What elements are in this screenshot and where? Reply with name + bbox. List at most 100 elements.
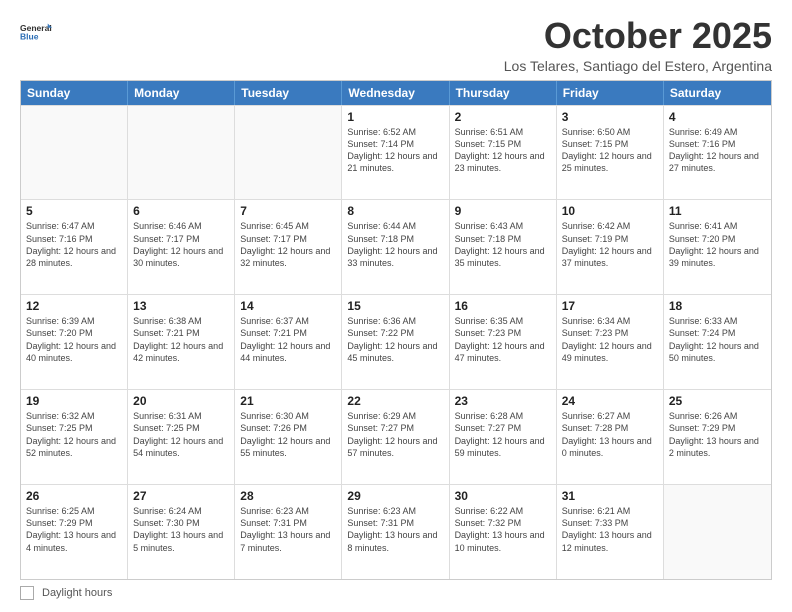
day-number: 26: [26, 489, 122, 503]
day-info: Sunrise: 6:30 AM Sunset: 7:26 PM Dayligh…: [240, 410, 336, 459]
day-number: 25: [669, 394, 766, 408]
footer-label: Daylight hours: [42, 587, 112, 599]
cal-day-2: 2 Sunrise: 6:51 AM Sunset: 7:15 PM Daylig…: [450, 106, 557, 200]
page: General Blue October 2025 Los Telares, S…: [0, 0, 792, 612]
day-number: 20: [133, 394, 229, 408]
footer-box: [20, 586, 34, 600]
day-number: 1: [347, 110, 443, 124]
cal-day-26: 26 Sunrise: 6:25 AM Sunset: 7:29 PM Dayli…: [21, 485, 128, 579]
cal-day-empty: [21, 106, 128, 200]
cal-day-18: 18Sunrise: 6:33 AM Sunset: 7:24 PM Dayli…: [664, 295, 771, 389]
day-number: 24: [562, 394, 658, 408]
cal-day-22: 22Sunrise: 6:29 AM Sunset: 7:27 PM Dayli…: [342, 390, 449, 484]
cal-day-empty: [235, 106, 342, 200]
day-number: 2: [455, 110, 551, 124]
footer: Daylight hours: [20, 586, 772, 600]
cal-day-23: 23 Sunrise: 6:28 AM Sunset: 7:27 PM Dayli…: [450, 390, 557, 484]
logo: General Blue: [20, 16, 52, 48]
cal-week-4: 26 Sunrise: 6:25 AM Sunset: 7:29 PM Dayli…: [21, 484, 771, 579]
cal-day-30: 30 Sunrise: 6:22 AM Sunset: 7:32 PM Dayli…: [450, 485, 557, 579]
day-info: Sunrise: 6:32 AM Sunset: 7:25 PM Dayligh…: [26, 410, 122, 459]
day-info: Sunrise: 6:23 AM Sunset: 7:31 PM Dayligh…: [347, 505, 443, 554]
day-info: Sunrise: 6:21 AM Sunset: 7:33 PM Dayligh…: [562, 505, 658, 554]
day-number: 8: [347, 204, 443, 218]
cal-day-27: 27Sunrise: 6:24 AM Sunset: 7:30 PM Dayli…: [128, 485, 235, 579]
cal-day-1: 1 Sunrise: 6:52 AM Sunset: 7:14 PM Daylig…: [342, 106, 449, 200]
day-info: Sunrise: 6:28 AM Sunset: 7:27 PM Dayligh…: [455, 410, 551, 459]
calendar-header-row: SundayMondayTuesdayWednesdayThursdayFrid…: [21, 81, 771, 105]
cal-header-saturday: Saturday: [664, 81, 771, 105]
cal-day-empty: [128, 106, 235, 200]
day-info: Sunrise: 6:51 AM Sunset: 7:15 PM Dayligh…: [455, 126, 551, 175]
day-info: Sunrise: 6:26 AM Sunset: 7:29 PM Dayligh…: [669, 410, 766, 459]
day-number: 28: [240, 489, 336, 503]
day-number: 3: [562, 110, 658, 124]
header: General Blue October 2025 Los Telares, S…: [20, 16, 772, 74]
day-info: Sunrise: 6:39 AM Sunset: 7:20 PM Dayligh…: [26, 315, 122, 364]
cal-day-19: 19 Sunrise: 6:32 AM Sunset: 7:25 PM Dayli…: [21, 390, 128, 484]
cal-day-29: 29 Sunrise: 6:23 AM Sunset: 7:31 PM Dayli…: [342, 485, 449, 579]
cal-day-25: 25 Sunrise: 6:26 AM Sunset: 7:29 PM Dayli…: [664, 390, 771, 484]
day-info: Sunrise: 6:37 AM Sunset: 7:21 PM Dayligh…: [240, 315, 336, 364]
cal-day-7: 7Sunrise: 6:45 AM Sunset: 7:17 PM Daylig…: [235, 200, 342, 294]
cal-day-6: 6 Sunrise: 6:46 AM Sunset: 7:17 PM Daylig…: [128, 200, 235, 294]
day-number: 31: [562, 489, 658, 503]
cal-day-14: 14 Sunrise: 6:37 AM Sunset: 7:21 PM Dayli…: [235, 295, 342, 389]
day-info: Sunrise: 6:43 AM Sunset: 7:18 PM Dayligh…: [455, 220, 551, 269]
day-info: Sunrise: 6:49 AM Sunset: 7:16 PM Dayligh…: [669, 126, 766, 175]
day-number: 30: [455, 489, 551, 503]
cal-header-tuesday: Tuesday: [235, 81, 342, 105]
day-number: 9: [455, 204, 551, 218]
cal-day-11: 11 Sunrise: 6:41 AM Sunset: 7:20 PM Dayli…: [664, 200, 771, 294]
month-title: October 2025: [504, 16, 772, 56]
day-number: 29: [347, 489, 443, 503]
day-info: Sunrise: 6:24 AM Sunset: 7:30 PM Dayligh…: [133, 505, 229, 554]
cal-day-31: 31 Sunrise: 6:21 AM Sunset: 7:33 PM Dayli…: [557, 485, 664, 579]
cal-header-wednesday: Wednesday: [342, 81, 449, 105]
cal-day-3: 3Sunrise: 6:50 AM Sunset: 7:15 PM Daylig…: [557, 106, 664, 200]
day-number: 16: [455, 299, 551, 313]
day-info: Sunrise: 6:25 AM Sunset: 7:29 PM Dayligh…: [26, 505, 122, 554]
cal-header-thursday: Thursday: [450, 81, 557, 105]
cal-day-5: 5 Sunrise: 6:47 AM Sunset: 7:16 PM Daylig…: [21, 200, 128, 294]
day-info: Sunrise: 6:36 AM Sunset: 7:22 PM Dayligh…: [347, 315, 443, 364]
day-info: Sunrise: 6:46 AM Sunset: 7:17 PM Dayligh…: [133, 220, 229, 269]
cal-day-13: 13Sunrise: 6:38 AM Sunset: 7:21 PM Dayli…: [128, 295, 235, 389]
cal-day-9: 9 Sunrise: 6:43 AM Sunset: 7:18 PM Daylig…: [450, 200, 557, 294]
day-info: Sunrise: 6:47 AM Sunset: 7:16 PM Dayligh…: [26, 220, 122, 269]
day-number: 23: [455, 394, 551, 408]
day-info: Sunrise: 6:22 AM Sunset: 7:32 PM Dayligh…: [455, 505, 551, 554]
cal-week-3: 19 Sunrise: 6:32 AM Sunset: 7:25 PM Dayli…: [21, 389, 771, 484]
day-info: Sunrise: 6:23 AM Sunset: 7:31 PM Dayligh…: [240, 505, 336, 554]
cal-week-0: 1 Sunrise: 6:52 AM Sunset: 7:14 PM Daylig…: [21, 105, 771, 200]
day-number: 13: [133, 299, 229, 313]
day-number: 15: [347, 299, 443, 313]
day-info: Sunrise: 6:35 AM Sunset: 7:23 PM Dayligh…: [455, 315, 551, 364]
cal-day-empty: [664, 485, 771, 579]
cal-day-17: 17Sunrise: 6:34 AM Sunset: 7:23 PM Dayli…: [557, 295, 664, 389]
calendar: SundayMondayTuesdayWednesdayThursdayFrid…: [20, 80, 772, 580]
cal-day-15: 15 Sunrise: 6:36 AM Sunset: 7:22 PM Dayli…: [342, 295, 449, 389]
day-info: Sunrise: 6:42 AM Sunset: 7:19 PM Dayligh…: [562, 220, 658, 269]
day-number: 21: [240, 394, 336, 408]
day-info: Sunrise: 6:34 AM Sunset: 7:23 PM Dayligh…: [562, 315, 658, 364]
day-number: 6: [133, 204, 229, 218]
day-number: 14: [240, 299, 336, 313]
cal-day-4: 4Sunrise: 6:49 AM Sunset: 7:16 PM Daylig…: [664, 106, 771, 200]
day-number: 5: [26, 204, 122, 218]
day-info: Sunrise: 6:52 AM Sunset: 7:14 PM Dayligh…: [347, 126, 443, 175]
day-number: 18: [669, 299, 766, 313]
svg-text:Blue: Blue: [20, 31, 39, 41]
day-number: 11: [669, 204, 766, 218]
cal-day-28: 28 Sunrise: 6:23 AM Sunset: 7:31 PM Dayli…: [235, 485, 342, 579]
cal-week-1: 5 Sunrise: 6:47 AM Sunset: 7:16 PM Daylig…: [21, 199, 771, 294]
day-number: 7: [240, 204, 336, 218]
cal-day-24: 24 Sunrise: 6:27 AM Sunset: 7:28 PM Dayli…: [557, 390, 664, 484]
title-block: October 2025 Los Telares, Santiago del E…: [504, 16, 772, 74]
day-number: 19: [26, 394, 122, 408]
cal-day-16: 16 Sunrise: 6:35 AM Sunset: 7:23 PM Dayli…: [450, 295, 557, 389]
day-info: Sunrise: 6:27 AM Sunset: 7:28 PM Dayligh…: [562, 410, 658, 459]
cal-day-21: 21 Sunrise: 6:30 AM Sunset: 7:26 PM Dayli…: [235, 390, 342, 484]
day-info: Sunrise: 6:41 AM Sunset: 7:20 PM Dayligh…: [669, 220, 766, 269]
day-info: Sunrise: 6:44 AM Sunset: 7:18 PM Dayligh…: [347, 220, 443, 269]
